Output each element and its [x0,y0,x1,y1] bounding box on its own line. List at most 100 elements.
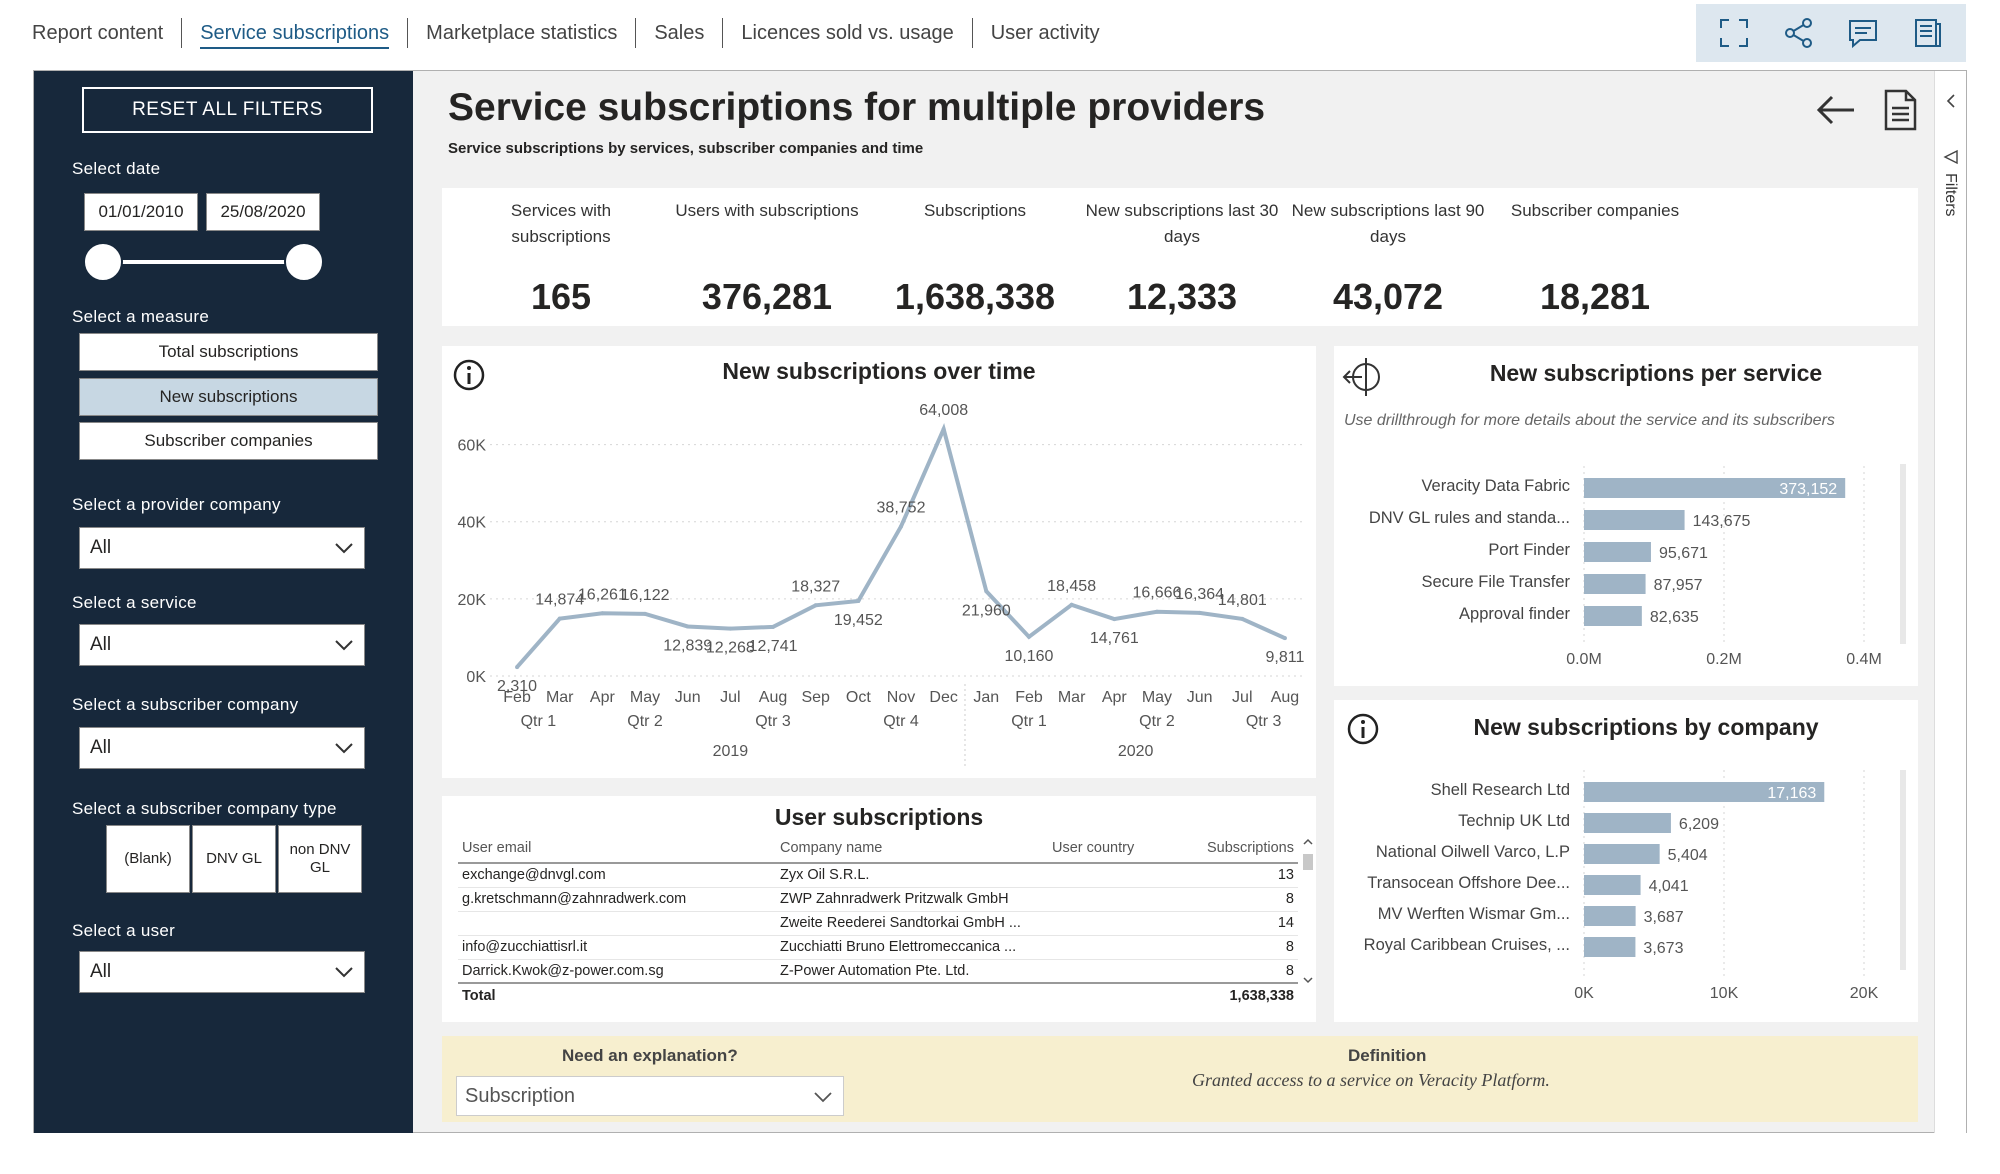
type-non-dnv-gl-button[interactable]: non DNV GL [278,825,362,893]
category-label: Transocean Offshore Dee... [1367,874,1570,892]
date-to-input[interactable]: 25/08/2020 [206,193,320,231]
provider-company-dropdown[interactable]: All [79,527,365,569]
data-label: 64,008 [919,402,968,419]
x-tick-label: May [630,689,660,706]
type-dnv-gl-button[interactable]: DNV GL [192,825,276,893]
y-tick-label: 20K [458,592,487,609]
x-tick-label: 10K [1710,985,1739,1002]
data-label: 373,152 [1779,481,1837,498]
data-label: 16,122 [621,587,670,604]
data-point [771,624,776,629]
table-row[interactable]: Zweite Reederei Sandtorkai GmbH ... 14 [458,911,1298,936]
bar [1584,606,1642,626]
company-chart-scrollbar[interactable] [1900,770,1906,970]
date-slider-start-handle[interactable] [83,242,123,282]
measure-new-subscriptions-button[interactable]: New subscriptions [79,378,378,416]
table-row[interactable]: Darrick.Kwok@z-power.com.sg Z-Power Auto… [458,959,1298,984]
table-row[interactable]: g.kretschmann@zahnradwerk.com ZWP Zahnra… [458,887,1298,912]
scroll-down-icon[interactable] [1302,974,1314,986]
report-tab-bar: Report content Service subscriptions Mar… [0,0,2000,70]
select-measure-label: Select a measure [72,307,210,326]
data-point [984,589,989,594]
quarter-label: Qtr 1 [521,713,557,730]
fullscreen-button[interactable] [1712,11,1756,55]
bookmark-icon [1914,19,1941,47]
select-user-label: Select a user [72,921,176,940]
category-label: Port Finder [1488,541,1570,559]
page-title: Service subscriptions for multiple provi… [448,86,1266,129]
x-tick-label: Dec [929,689,957,706]
tab-licences-sold-vs-usage[interactable]: Licences sold vs. usage [723,18,973,48]
data-label: 17,163 [1767,785,1816,802]
data-label: 5,404 [1668,847,1708,864]
column-company-name[interactable]: Company name [776,836,1048,864]
filters-pane-label: Filters [1942,173,1959,217]
user-table-title: User subscriptions [774,804,984,830]
x-tick-label: Feb [1015,689,1043,706]
tab-report-content[interactable]: Report content [32,18,183,48]
comment-button[interactable] [1841,11,1885,55]
date-slider-end-handle[interactable] [284,242,324,282]
x-tick-label: Apr [1102,689,1128,706]
select-provider-label: Select a provider company [72,495,281,514]
data-point [856,598,861,603]
table-header-row: User email Company name User country Sub… [458,836,1298,864]
year-label: 2020 [1118,743,1154,760]
tab-marketplace-statistics[interactable]: Marketplace statistics [408,18,637,48]
kpi-subscriptions: Subscriptions 1,638,338 [894,201,1056,317]
date-from-input[interactable]: 01/01/2010 [84,193,198,231]
tab-sales[interactable]: Sales [636,18,724,48]
service-dropdown[interactable]: All [79,624,365,666]
category-label: Secure File Transfer [1421,573,1570,591]
bar [1584,574,1646,594]
service-chart-scrollbar[interactable] [1900,464,1906,644]
filters-pane[interactable]: Filters [1934,71,1966,1133]
category-label: Royal Caribbean Cruises, ... [1364,936,1570,954]
chevron-left-icon[interactable] [1943,93,1959,109]
bar [1584,844,1660,864]
data-point [813,603,818,608]
column-user-email[interactable]: User email [458,836,776,864]
tab-user-activity[interactable]: User activity [973,18,1118,48]
tab-service-subscriptions[interactable]: Service subscriptions [182,18,409,49]
measure-subscriber-companies-button[interactable]: Subscriber companies [79,422,378,460]
subscriber-company-dropdown[interactable]: All [79,727,365,769]
reset-all-filters-button[interactable]: RESET ALL FILTERS [82,87,373,133]
data-label: 3,687 [1644,909,1684,926]
back-arrow-icon[interactable] [1814,88,1858,132]
scroll-up-icon[interactable] [1302,836,1314,848]
explanation-term-dropdown[interactable]: Subscription [456,1076,844,1116]
measure-total-subscriptions-button[interactable]: Total subscriptions [79,333,378,371]
date-slider-track[interactable] [104,260,304,264]
kpi-subscriber-companies: Subscriber companies 18,281 [1510,201,1680,317]
x-tick-label: 0.2M [1706,651,1742,668]
data-label: 82,635 [1650,609,1699,626]
table-scroll-thumb[interactable] [1303,854,1313,870]
column-user-country[interactable]: User country [1048,836,1164,864]
user-dropdown[interactable]: All [79,951,365,993]
quarter-label: Qtr 2 [1139,713,1175,730]
data-label: 143,675 [1693,513,1751,530]
category-label: Approval finder [1459,605,1570,623]
quarter-label: Qtr 3 [1246,713,1282,730]
share-button[interactable] [1777,11,1821,55]
type-blank-button[interactable]: (Blank) [106,825,190,893]
data-label: 6,209 [1679,816,1719,833]
table-row[interactable]: info@zucchiattisrl.it Zucchiatti Bruno E… [458,935,1298,960]
new-subscriptions-per-service-card: New subscriptions per service Use drillt… [1334,346,1918,686]
data-point [1197,610,1202,615]
page-tabs: Report content Service subscriptions Mar… [32,18,1118,49]
kpi-users-with-subscriptions: Users with subscriptions 376,281 [675,201,859,317]
quarter-label: Qtr 3 [755,713,791,730]
category-label: DNV GL rules and standa... [1369,509,1570,527]
bookmark-button[interactable] [1906,11,1950,55]
filter-icon [1943,149,1958,165]
table-scrollbar[interactable] [1302,836,1314,986]
document-icon[interactable] [1878,88,1922,132]
category-label: Veracity Data Fabric [1421,477,1570,495]
comment-icon [1849,20,1878,49]
column-subscriptions[interactable]: Subscriptions [1164,836,1298,864]
data-point [1112,617,1117,622]
table-row[interactable]: exchange@dnvgl.com Zyx Oil S.R.L. 13 [458,863,1298,888]
data-label: 18,458 [1047,578,1096,595]
